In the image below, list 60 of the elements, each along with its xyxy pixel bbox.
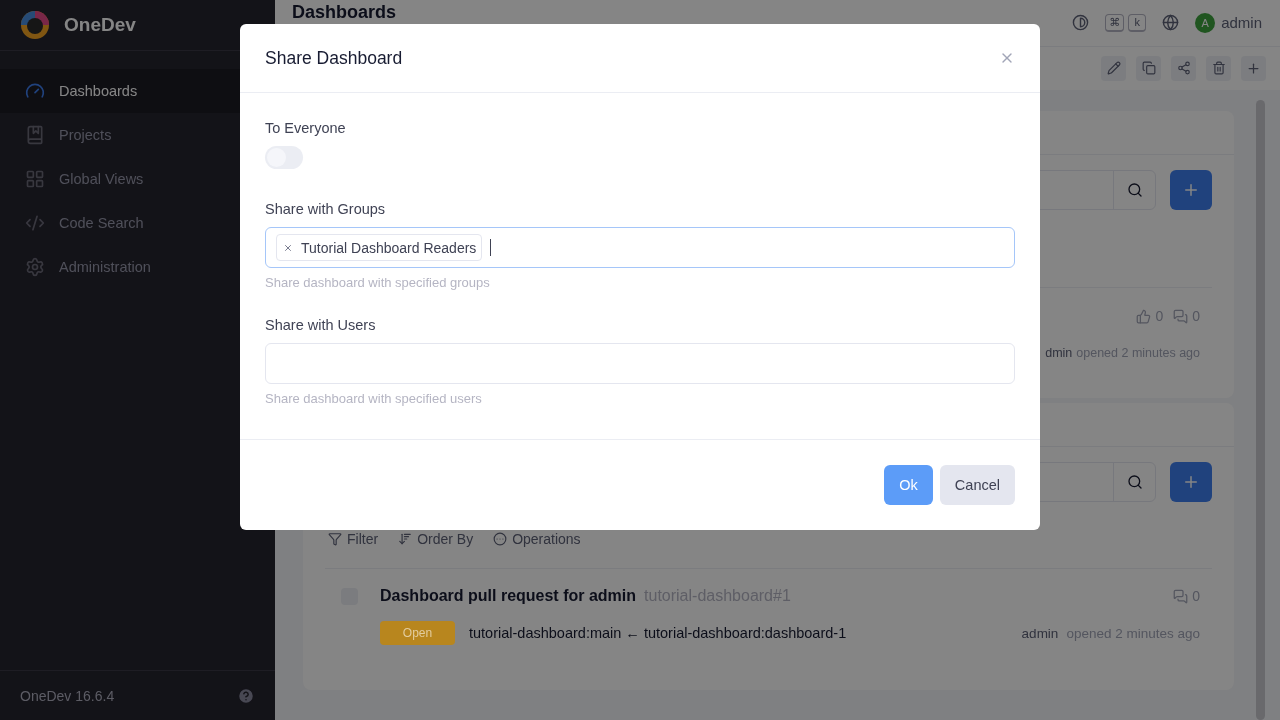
dialog-title: Share Dashboard <box>265 47 403 69</box>
filter-link[interactable]: Operations <box>493 531 581 547</box>
user-avatar[interactable]: A <box>1195 13 1216 33</box>
field-hint: Share dashboard with specified groups <box>265 275 491 290</box>
copy-icon <box>1141 61 1156 76</box>
globe-icon[interactable] <box>1162 14 1180 32</box>
field-label: Share with Groups <box>265 201 387 217</box>
copy-button[interactable] <box>1136 56 1161 81</box>
users-field[interactable] <box>265 343 1015 384</box>
author-name: dmin <box>1045 346 1073 360</box>
code-icon <box>25 213 45 233</box>
sort-icon <box>398 532 413 546</box>
plus-icon <box>1182 473 1200 491</box>
grid-icon <box>25 169 45 189</box>
plus-icon <box>1182 181 1200 199</box>
version-label: OneDev 16.6.4 <box>20 687 115 704</box>
page-title: Dashboards <box>292 3 398 22</box>
funnel-icon <box>328 532 342 546</box>
cancel-button[interactable]: Cancel <box>939 465 1015 505</box>
help-icon[interactable] <box>237 686 255 705</box>
share-icon <box>1176 61 1191 76</box>
remove-icon[interactable] <box>283 242 293 253</box>
book-icon <box>25 125 45 145</box>
plus-icon <box>1246 61 1261 76</box>
author-name: admin <box>1021 625 1059 641</box>
gauge-icon <box>25 81 45 101</box>
delete-button[interactable] <box>1206 56 1231 81</box>
field-label: To Everyone <box>265 120 347 136</box>
text-cursor <box>490 239 492 256</box>
sidebar-item[interactable]: Global Views <box>0 157 275 201</box>
contrast-icon[interactable] <box>1072 14 1090 32</box>
comments-icon <box>1173 588 1189 604</box>
field-hint: Share dashboard with specified users <box>265 391 483 406</box>
thumbs-up-icon <box>1136 308 1152 324</box>
filter-link[interactable]: Order By <box>398 531 474 547</box>
add-button[interactable] <box>1241 56 1266 81</box>
comments-icon <box>1173 308 1189 324</box>
keyboard-key: k <box>1128 14 1147 32</box>
keyboard-key: ⌘ <box>1105 14 1125 32</box>
edit-button[interactable] <box>1101 56 1126 81</box>
field-label: Share with Users <box>265 317 377 333</box>
search-icon <box>1126 474 1143 490</box>
logo-icon <box>20 10 50 40</box>
brand-name: OneDev <box>64 14 136 36</box>
filter-link[interactable]: Filter <box>328 531 379 547</box>
search-icon <box>1126 182 1143 198</box>
pull-request-title[interactable]: Dashboard pull request for admin <box>380 587 637 605</box>
status-badge: Open <box>380 621 455 645</box>
settings-icon <box>25 257 45 277</box>
add-button[interactable] <box>1170 170 1212 210</box>
groups-field[interactable]: Tutorial Dashboard Readers <box>265 227 1015 268</box>
chip-label: Tutorial Dashboard Readers <box>301 239 477 256</box>
user-name[interactable]: admin <box>1221 14 1262 32</box>
ok-button[interactable]: Ok <box>884 465 933 505</box>
trash-icon <box>1211 61 1226 76</box>
pencil-icon <box>1106 61 1121 76</box>
branch-info: tutorial-dashboard:main ← tutorial-dashboard:dashboard-1 <box>469 625 848 641</box>
add-button[interactable] <box>1170 462 1212 502</box>
ellipsis-icon <box>493 532 508 546</box>
share-button[interactable] <box>1171 56 1196 81</box>
